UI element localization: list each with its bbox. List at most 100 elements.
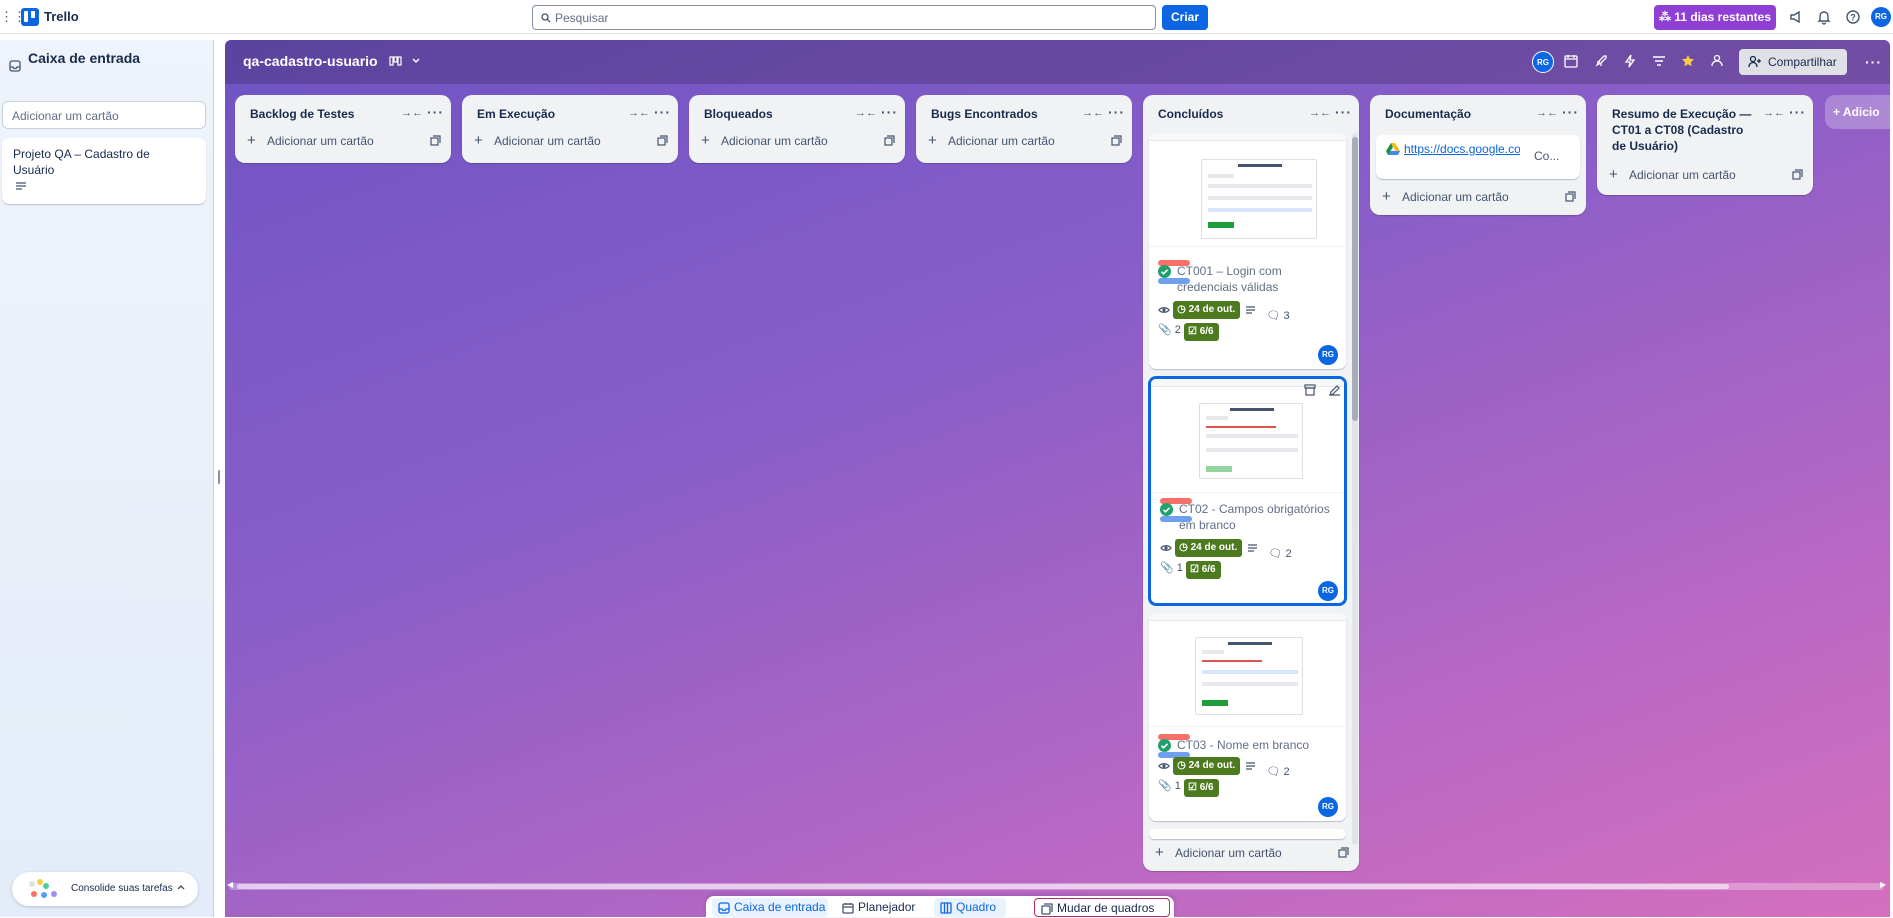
link-card[interactable]: https://docs.google.com/spreadsheets/d..…	[1376, 135, 1580, 179]
card-member-avatar[interactable]: RG	[1318, 345, 1338, 365]
collapse-list-icon[interactable]: →←	[1309, 107, 1331, 119]
consolidate-tasks-button[interactable]: Consolide suas tarefas	[12, 872, 198, 906]
card-title: CT02 - Campos obrigatórios em branco	[1179, 502, 1330, 532]
collapse-list-icon[interactable]: →←	[401, 107, 423, 119]
list-more-icon[interactable]: ···	[654, 104, 671, 120]
list-more-icon[interactable]: ···	[1108, 104, 1125, 120]
card-partial[interactable]	[1149, 829, 1346, 839]
card-template-icon[interactable]	[1111, 135, 1122, 146]
help-icon[interactable]: ?	[1845, 9, 1861, 25]
list-bugs-encontrados[interactable]: Bugs Encontrados →← ··· + Adicionar um ca…	[916, 95, 1132, 163]
list-scrollbar[interactable]	[1352, 133, 1358, 845]
list-title[interactable]: Backlog de Testes	[250, 106, 390, 122]
panel-resize-handle[interactable]	[218, 470, 220, 484]
add-card-button[interactable]: + Adicionar um cartão	[1609, 165, 1803, 185]
inbox-add-card-input[interactable]: Adicionar um cartão	[2, 101, 206, 129]
list-title[interactable]: Resumo de Execução — CT01 a CT08 (Cadast…	[1612, 106, 1752, 154]
attachment-count: 1	[1174, 780, 1181, 792]
list-more-icon[interactable]: ···	[1562, 104, 1579, 120]
bell-icon[interactable]	[1816, 9, 1832, 25]
board-member-avatar[interactable]: RG	[1532, 51, 1554, 73]
edit-icon[interactable]	[1329, 384, 1341, 396]
list-title[interactable]: Em Execução	[477, 106, 617, 122]
collapse-list-icon[interactable]: →←	[1082, 107, 1104, 119]
megaphone-icon[interactable]	[1788, 9, 1804, 25]
list-backlog-de-testes[interactable]: Backlog de Testes →← ··· + Adicionar um c…	[235, 95, 451, 163]
add-card-button[interactable]: + Adicionar um cartão	[247, 131, 441, 151]
check-circle-icon[interactable]	[1160, 503, 1173, 516]
card-ct03[interactable]: CT03 - Nome em branco ◷ 24 de out. 🗨 2 📎…	[1149, 613, 1346, 821]
due-date-badge[interactable]: ◷ 24 de out.	[1173, 757, 1241, 775]
star-icon[interactable]	[1681, 54, 1695, 68]
share-label: Compartilhar	[1768, 55, 1837, 69]
list-more-icon[interactable]: ···	[1789, 104, 1806, 120]
board-view-icon[interactable]	[389, 55, 423, 67]
nav-board-button[interactable]: Quadro	[934, 898, 1006, 917]
trial-days-button[interactable]: ⁂ 11 dias restantes	[1654, 5, 1776, 30]
search-input[interactable]: Pesquisar	[532, 5, 1156, 30]
list-title[interactable]: Bugs Encontrados	[931, 106, 1071, 122]
card-member-avatar[interactable]: RG	[1318, 797, 1338, 817]
people-icon[interactable]	[1710, 54, 1724, 68]
rocket-icon[interactable]	[1594, 54, 1608, 68]
card-ct02[interactable]: CT02 - Campos obrigatórios em branco ◷ 2…	[1149, 377, 1346, 605]
list-title[interactable]: Bloqueados	[704, 106, 844, 122]
create-button[interactable]: Criar	[1162, 5, 1208, 30]
add-card-button[interactable]: + Adicionar um cartão	[928, 131, 1122, 151]
add-card-label: Adicionar um cartão	[1175, 846, 1282, 860]
card-template-icon[interactable]	[1792, 169, 1803, 180]
card-cover-image	[1149, 133, 1346, 247]
archive-icon[interactable]	[1304, 384, 1316, 396]
card-template-icon[interactable]	[430, 135, 441, 146]
nav-planner-button[interactable]: Planejador	[836, 898, 926, 917]
add-card-button[interactable]: + Adicionar um cartão	[474, 131, 668, 151]
nav-inbox-button[interactable]: Caixa de entrada	[712, 898, 828, 917]
plus-icon: +	[701, 132, 710, 149]
filter-icon[interactable]	[1652, 54, 1666, 68]
add-card-button[interactable]: + Adicionar um cartão	[1155, 843, 1349, 863]
collapse-list-icon[interactable]: →←	[628, 107, 650, 119]
share-button[interactable]: Compartilhar	[1739, 49, 1847, 75]
collapse-list-icon[interactable]: →←	[1536, 107, 1558, 119]
card-template-icon[interactable]	[1565, 191, 1576, 202]
list-documentacao[interactable]: Documentação →← ··· https://docs.google.…	[1370, 95, 1586, 215]
card-title: CT03 - Nome em branco	[1177, 738, 1310, 752]
card-template-icon[interactable]	[884, 135, 895, 146]
board-title[interactable]: qa-cadastro-usuario	[243, 53, 378, 69]
list-em-execucao[interactable]: Em Execução →← ··· + Adicionar um cartão	[462, 95, 678, 163]
card-ct001[interactable]: CT001 – Login com credenciais válidas ◷ …	[1149, 133, 1346, 369]
scroll-right-icon[interactable]: ▶	[1880, 880, 1886, 889]
search-placeholder: Pesquisar	[555, 11, 609, 25]
list-bloqueados[interactable]: Bloqueados →← ··· + Adicionar um cartão	[689, 95, 905, 163]
due-date-badge[interactable]: ◷ 24 de out.	[1173, 301, 1241, 319]
lightning-icon[interactable]	[1623, 54, 1637, 68]
list-title[interactable]: Concluídos	[1158, 106, 1298, 122]
list-more-icon[interactable]: ···	[427, 104, 444, 120]
collapse-list-icon[interactable]: →←	[1763, 107, 1785, 119]
collapse-list-icon[interactable]: →←	[855, 107, 877, 119]
list-more-icon[interactable]: ···	[1335, 104, 1352, 120]
app-name[interactable]: Trello	[44, 9, 79, 24]
inbox-card[interactable]: Projeto QA – Cadastro de Usuário	[2, 138, 206, 204]
check-circle-icon[interactable]	[1158, 739, 1171, 752]
board-more-icon[interactable]: ···	[1865, 54, 1882, 70]
add-card-button[interactable]: + Adicionar um cartão	[1382, 187, 1576, 207]
card-template-icon[interactable]	[657, 135, 668, 146]
board-horizontal-scrollbar[interactable]	[229, 883, 1884, 890]
card-template-icon[interactable]	[1338, 847, 1349, 858]
link-url[interactable]: https://docs.google.com/spreadsheets/d..…	[1404, 142, 1520, 172]
trello-logo-icon[interactable]	[21, 8, 39, 26]
apps-icon[interactable]: ⋮⋮	[0, 9, 26, 25]
nav-switch-boards-button[interactable]: Mudar de quadros	[1034, 898, 1170, 917]
due-date-badge[interactable]: ◷ 24 de out.	[1175, 539, 1243, 557]
list-concluidos[interactable]: Concluídos →← ··· CT001 – Login com cred…	[1143, 95, 1359, 871]
card-member-avatar[interactable]: RG	[1318, 581, 1338, 601]
list-resumo-de-execucao[interactable]: Resumo de Execução — CT01 a CT08 (Cadast…	[1597, 95, 1813, 195]
add-list-button[interactable]: + Adicio	[1825, 95, 1890, 129]
check-circle-icon[interactable]	[1158, 265, 1171, 278]
user-avatar[interactable]: RG	[1871, 7, 1891, 27]
list-more-icon[interactable]: ···	[881, 104, 898, 120]
calendar-icon[interactable]	[1564, 54, 1578, 68]
add-card-button[interactable]: + Adicionar um cartão	[701, 131, 895, 151]
list-title[interactable]: Documentação	[1385, 106, 1525, 122]
